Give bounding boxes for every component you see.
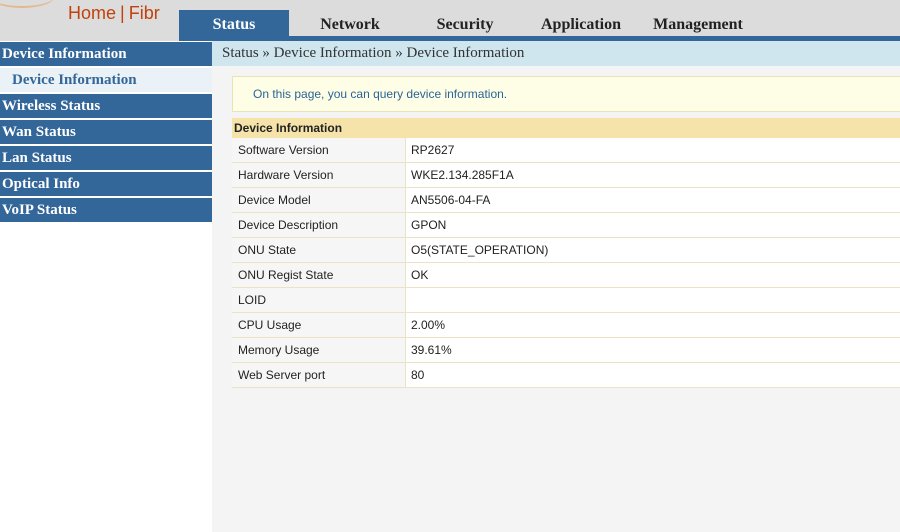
row-value	[406, 288, 900, 312]
row-value: WKE2.134.285F1A	[411, 168, 514, 182]
table-title: Device Information	[232, 118, 900, 138]
info-notice: On this page, you can query device infor…	[232, 76, 900, 112]
sidebar: Device Information Device Information Wi…	[0, 41, 212, 532]
row-label: Software Version	[232, 138, 406, 162]
table-row: ONU State O5(STATE_OPERATION)	[232, 238, 900, 263]
table-row: Hardware Version WKE2.134.285F1A	[232, 163, 900, 188]
row-value: OK	[411, 268, 429, 282]
sidebar-item-voip-status[interactable]: VoIP Status	[0, 198, 212, 222]
row-label: Hardware Version	[232, 163, 406, 187]
table-row: Memory Usage 39.61%	[232, 338, 900, 363]
sidebar-subitem-device-information[interactable]: Device Information	[0, 68, 212, 92]
table-row: Web Server port 80	[232, 363, 900, 388]
row-label: Device Description	[232, 213, 406, 237]
sidebar-item-optical-info[interactable]: Optical Info	[0, 172, 212, 196]
row-label: Device Model	[232, 188, 406, 212]
table-row: ONU Regist State OK	[232, 263, 900, 288]
table-row: CPU Usage 2.00%	[232, 313, 900, 338]
sidebar-item-lan-status[interactable]: Lan Status	[0, 146, 212, 170]
table-row: Software Version RP2627	[232, 138, 900, 163]
row-value: 39.61%	[411, 343, 452, 357]
row-label: ONU State	[232, 238, 406, 262]
row-value: GPON	[411, 218, 447, 232]
row-value: AN5506-04-FA	[411, 193, 491, 207]
row-value: RP2627	[411, 143, 455, 157]
row-value: O5(STATE_OPERATION)	[411, 243, 549, 257]
header-bar: Home | Fibr Status Network Security Applic…	[0, 0, 900, 41]
brand-name-text: Fibr	[128, 3, 160, 23]
row-value: 2.00%	[411, 318, 446, 332]
brand-separator: |	[120, 3, 125, 23]
row-value: 80	[411, 368, 425, 382]
device-info-table: Device Information Software Version RP262…	[232, 118, 900, 388]
row-label: Web Server port	[232, 363, 406, 387]
row-label: LOID	[232, 288, 406, 312]
table-row: Device Description GPON	[232, 213, 900, 238]
table-row: LOID	[232, 288, 900, 313]
row-label: Memory Usage	[232, 338, 406, 362]
row-label: CPU Usage	[232, 313, 406, 337]
logo-arc-graphic	[0, 0, 54, 8]
brand-home-text: Home	[68, 3, 117, 23]
sidebar-item-device-information[interactable]: Device Information	[0, 42, 212, 66]
brand-logo: Home | Fibr	[68, 3, 160, 24]
main-content: Status » Device Information » Device Inf…	[212, 41, 900, 532]
table-row: Device Model AN5506-04-FA	[232, 188, 900, 213]
breadcrumb: Status » Device Information » Device Inf…	[212, 41, 900, 66]
sidebar-item-wireless-status[interactable]: Wireless Status	[0, 94, 212, 118]
sidebar-item-wan-status[interactable]: Wan Status	[0, 120, 212, 144]
row-label: ONU Regist State	[232, 263, 406, 287]
